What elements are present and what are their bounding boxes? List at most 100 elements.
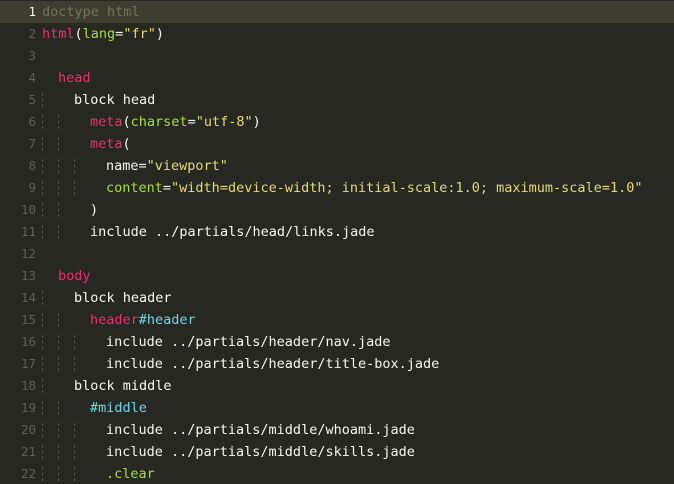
indent-guide xyxy=(58,225,59,239)
token-tag: html xyxy=(42,26,75,42)
code-line[interactable]: 10) xyxy=(0,199,674,221)
token-id: #header xyxy=(138,312,196,328)
line-number: 1 xyxy=(28,4,36,19)
token-cls: .clear xyxy=(106,466,155,482)
indent-guide xyxy=(58,115,59,129)
code-text: .clear xyxy=(106,463,155,484)
code-text: include ../partials/head/links.jade xyxy=(90,221,374,243)
code-line[interactable]: 11 include ../partials/head/links.jade xyxy=(0,221,674,243)
code-text: ) xyxy=(90,199,98,221)
code-line[interactable]: 19 #middle xyxy=(0,397,674,419)
code-line[interactable]: 16 include ../partials/header/nav.jade xyxy=(0,331,674,353)
token-str: "utf-8" xyxy=(195,114,253,130)
code-line[interactable]: 3 xyxy=(0,45,674,67)
indent-guide xyxy=(42,357,43,371)
indent-guide xyxy=(42,423,43,437)
code-text: content="width=device-width; initial-sca… xyxy=(106,177,642,199)
token-plain: ) xyxy=(252,114,261,130)
indent-guide xyxy=(58,137,59,151)
line-number: 13 xyxy=(20,268,36,283)
token-plain: ( xyxy=(122,114,131,130)
code-line[interactable]: 1 doctype html xyxy=(0,1,674,23)
line-number: 4 xyxy=(28,70,36,85)
indent-guide xyxy=(58,181,59,195)
code-line[interactable]: 8 name="viewport" xyxy=(0,155,674,177)
indent-guide xyxy=(58,203,59,217)
code-line[interactable]: 22 .clear xyxy=(0,463,674,484)
token-plain: block header xyxy=(74,290,172,306)
token-attr: charset xyxy=(130,114,188,130)
token-plain: ) xyxy=(155,26,164,42)
token-attr: lang xyxy=(82,26,116,42)
token-tag: body xyxy=(58,268,91,284)
code-text: include ../partials/header/title-box.jad… xyxy=(106,353,439,375)
code-line[interactable]: 12 xyxy=(0,243,674,265)
line-number: 15 xyxy=(20,312,36,327)
code-text: #middle xyxy=(90,397,147,419)
token-comment: doctype html xyxy=(42,4,140,20)
code-text: include ../partials/header/nav.jade xyxy=(106,331,390,353)
indent-guide xyxy=(42,137,43,151)
line-number: 19 xyxy=(20,400,36,415)
indent-guide xyxy=(58,335,59,349)
code-text: block head xyxy=(74,89,155,111)
code-line[interactable]: 21 include ../partials/middle/skills.jade xyxy=(0,441,674,463)
indent-guide xyxy=(42,159,43,173)
indent-guide xyxy=(42,291,43,305)
code-text: doctype html xyxy=(42,1,140,23)
token-plain: include ../partials/middle/skills.jade xyxy=(106,444,415,460)
token-plain: include ../partials/middle/whoami.jade xyxy=(106,422,415,438)
indent-guide xyxy=(42,379,43,393)
token-plain: block middle xyxy=(74,378,172,394)
line-number: 9 xyxy=(28,180,36,195)
code-line[interactable]: 4 head xyxy=(0,67,674,89)
code-line[interactable]: 2 html(lang="fr") xyxy=(0,23,674,45)
token-str: "width=device-width; initial-scale:1.0; … xyxy=(171,180,643,196)
indent-guide xyxy=(58,159,59,173)
code-line[interactable]: 17 include ../partials/header/title-box.j… xyxy=(0,353,674,375)
token-id: #middle xyxy=(90,400,147,416)
code-line[interactable]: 18 block middle xyxy=(0,375,674,397)
code-text: block header xyxy=(74,287,172,309)
code-line[interactable]: 5 block head xyxy=(0,89,674,111)
code-line[interactable]: 7 meta( xyxy=(0,133,674,155)
indent-guide xyxy=(42,467,43,481)
line-number: 21 xyxy=(20,444,36,459)
token-plain: = xyxy=(162,180,172,196)
token-plain: include ../partials/header/title-box.jad… xyxy=(106,356,440,372)
code-line[interactable]: 9 content="width=device-width; initial-sc… xyxy=(0,177,674,199)
code-line[interactable]: 15 header#header xyxy=(0,309,674,331)
code-line[interactable]: 13 body xyxy=(0,265,674,287)
token-plain: include ../partials/header/nav.jade xyxy=(106,334,391,350)
line-number: 10 xyxy=(20,202,36,217)
indent-guide xyxy=(58,423,59,437)
token-plain: name xyxy=(106,158,139,174)
code-editor[interactable]: 1 doctype html 2 html(lang="fr") 3 4 head 5 bloc… xyxy=(0,0,674,484)
line-number: 8 xyxy=(28,158,36,173)
code-line[interactable]: 6 meta(charset="utf-8") xyxy=(0,111,674,133)
line-number: 17 xyxy=(20,356,36,371)
token-tag: head xyxy=(58,70,91,86)
line-number: 12 xyxy=(20,246,36,261)
code-line[interactable]: 20 include ../partials/middle/whoami.jade xyxy=(0,419,674,441)
indent-guide xyxy=(42,313,43,327)
code-line[interactable]: 14 block header xyxy=(0,287,674,309)
indent-guide xyxy=(74,423,75,437)
token-plain: block head xyxy=(74,92,156,108)
indent-guide xyxy=(42,93,43,107)
indent-guide xyxy=(42,225,43,239)
indent-guide xyxy=(42,203,43,217)
indent-guide xyxy=(42,181,43,195)
code-text: name="viewport" xyxy=(106,155,228,177)
code-text: meta(charset="utf-8") xyxy=(90,111,261,133)
token-str: "viewport" xyxy=(146,158,228,174)
token-tag: meta xyxy=(90,114,123,130)
code-text: header#header xyxy=(90,309,196,331)
code-text: html(lang="fr") xyxy=(42,23,164,45)
code-text: include ../partials/middle/whoami.jade xyxy=(106,419,415,441)
token-plain: ( xyxy=(122,136,131,152)
line-number: 16 xyxy=(20,334,36,349)
indent-guide xyxy=(74,181,75,195)
indent-guide xyxy=(74,467,75,481)
code-text: block middle xyxy=(74,375,172,397)
